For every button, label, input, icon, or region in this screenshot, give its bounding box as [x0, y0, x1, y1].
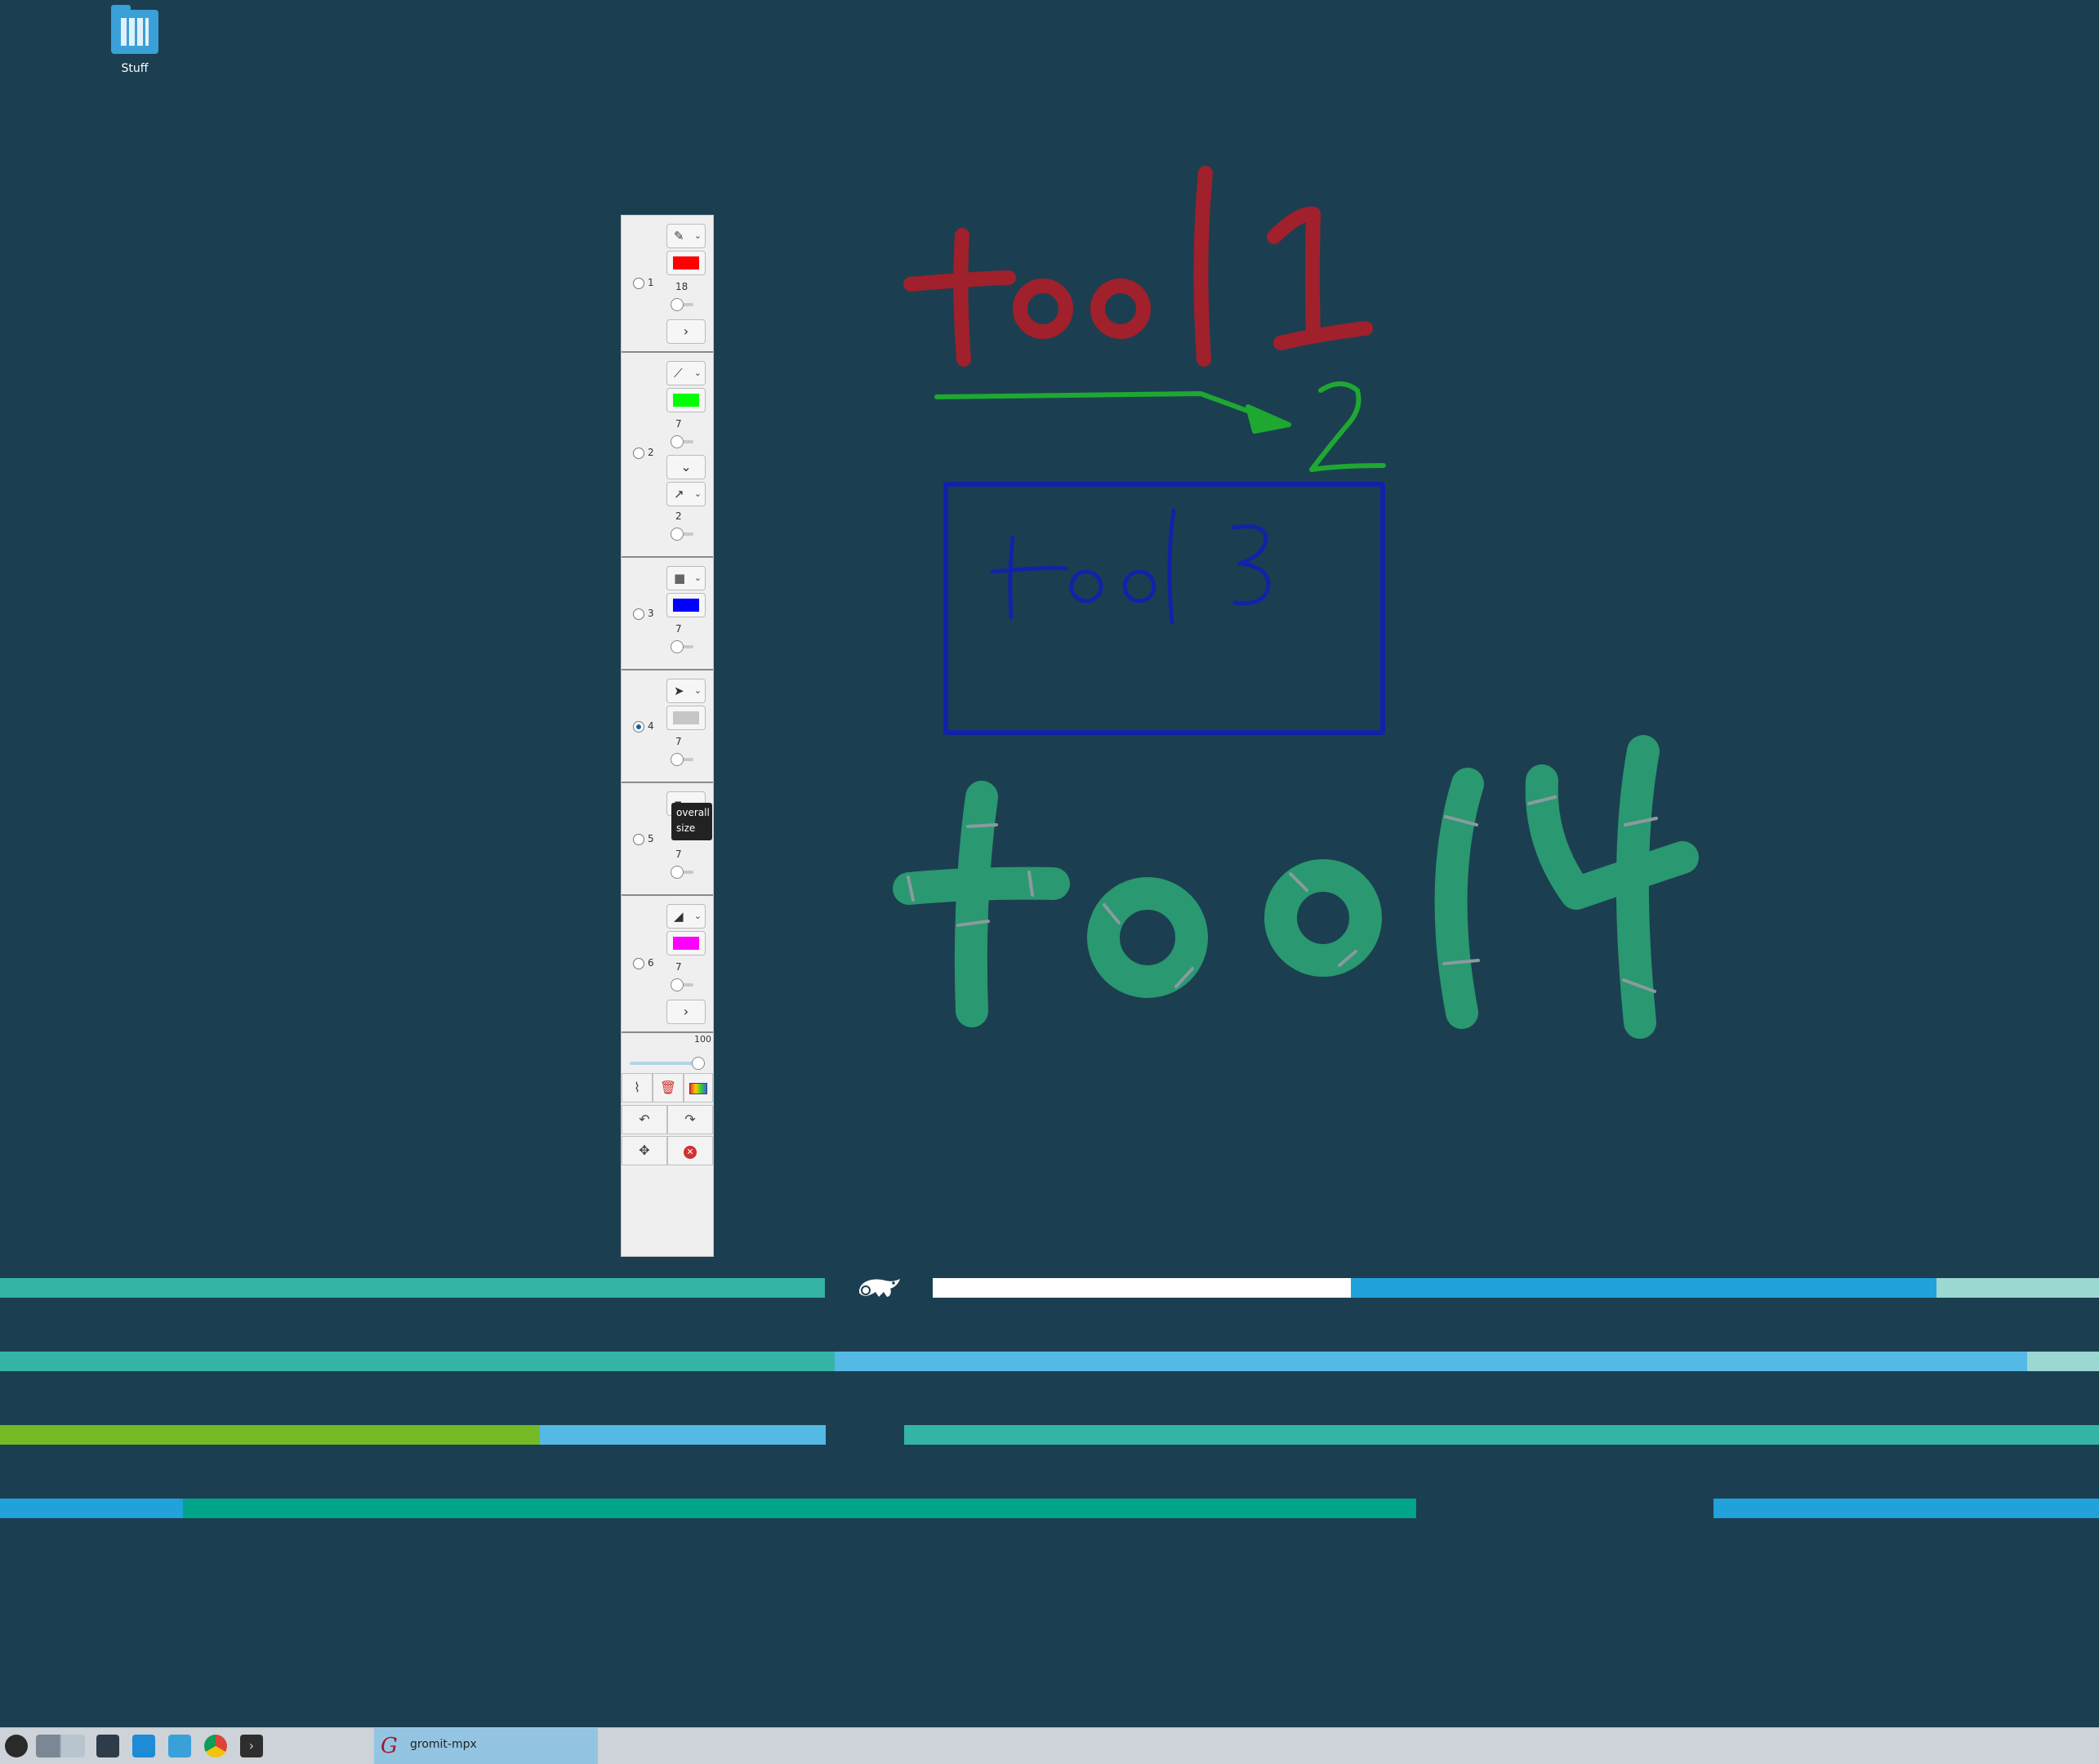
- tool-1-color-button[interactable]: [666, 251, 706, 275]
- annotation-arrow-2: [934, 381, 1386, 472]
- tool-1-type-button[interactable]: ✎ ⌄: [666, 224, 706, 248]
- task-label: gromit-mpx: [410, 1738, 477, 1751]
- close-icon: ✕: [684, 1146, 697, 1159]
- tool-3-color-button[interactable]: [666, 593, 706, 617]
- annotation-tool4: [893, 735, 1699, 1039]
- move-button[interactable]: ✥: [622, 1136, 667, 1165]
- rectangle-icon: ■: [674, 571, 686, 586]
- task-gromit-mpx[interactable]: G gromit-mpx: [374, 1728, 598, 1764]
- chevron-down-icon: ⌄: [680, 459, 692, 474]
- clear-button[interactable]: 🗑: [653, 1073, 684, 1102]
- tool-group-1: 1 ✎ ⌄ 18 ›: [622, 216, 713, 353]
- tool-2-subtool-size: 2: [675, 510, 682, 522]
- tool-group-4: 4 ➤ ⌄ 7: [622, 670, 713, 783]
- color-swatch: [673, 256, 699, 270]
- tool-4-number: 4: [648, 720, 654, 732]
- chrome-icon[interactable]: [204, 1735, 227, 1757]
- chevron-down-icon: ⌄: [693, 488, 702, 499]
- tool-2-subtool-button[interactable]: ↗ ⌄: [666, 482, 706, 506]
- tool-4-radio[interactable]: [633, 721, 644, 733]
- annotation-tool1: [903, 166, 1373, 367]
- tool-3-number: 3: [648, 608, 654, 619]
- workspace-switcher-icon[interactable]: [36, 1735, 85, 1757]
- chevron-right-icon: ›: [683, 323, 689, 339]
- tool-5-radio[interactable]: [633, 834, 644, 845]
- redo-icon: ↷: [684, 1111, 696, 1127]
- arrow-icon: ↗: [674, 487, 684, 501]
- cursor-icon: ➤: [674, 684, 684, 698]
- hide-icon: ⌇: [634, 1080, 640, 1095]
- color-swatch: [673, 711, 699, 724]
- tool-1-size: 18: [675, 281, 689, 292]
- opensuse-menu-icon[interactable]: [5, 1735, 28, 1757]
- undo-icon: ↶: [639, 1111, 650, 1127]
- tool-4-toggle[interactable]: [671, 753, 695, 766]
- tool-3-type-button[interactable]: ■ ⌄: [666, 566, 706, 590]
- tool-6-radio[interactable]: [633, 958, 644, 969]
- discover-icon[interactable]: [132, 1735, 155, 1757]
- tool-2-number: 2: [648, 447, 654, 458]
- tool-2-toggle[interactable]: [671, 435, 695, 448]
- annotation-overlay: [893, 166, 1699, 1039]
- tool-4-color-button[interactable]: [666, 706, 706, 730]
- tool-2-radio[interactable]: [633, 448, 644, 459]
- chevron-down-icon: ⌄: [693, 368, 702, 378]
- pen-icon: ✎: [674, 229, 684, 243]
- opacity-slider[interactable]: [630, 1057, 705, 1070]
- tool-5-toggle[interactable]: [671, 866, 695, 879]
- hide-button[interactable]: ⌇: [622, 1073, 653, 1102]
- annotation-tool3: [943, 482, 1385, 735]
- chevron-right-icon: ›: [683, 1004, 689, 1019]
- tool-6-type-button[interactable]: ◢ ⌄: [666, 904, 706, 929]
- system-settings-icon[interactable]: [96, 1735, 119, 1757]
- tooltip: overall size: [671, 803, 712, 840]
- terminal-icon[interactable]: ›: [240, 1735, 263, 1757]
- tool-2-type-button[interactable]: ⟋ ⌄: [666, 361, 706, 385]
- tool-1-toggle[interactable]: [671, 298, 695, 311]
- palette-icon: [689, 1083, 707, 1094]
- color-button[interactable]: [684, 1073, 713, 1102]
- tool-5-size: 7: [675, 849, 682, 860]
- tool-6-number: 6: [648, 957, 654, 969]
- tool-6-expand-button[interactable]: ›: [666, 1000, 706, 1024]
- chevron-down-icon: ⌄: [693, 230, 702, 241]
- gromit-icon: G: [381, 1734, 398, 1758]
- tool-3-size: 7: [675, 623, 682, 635]
- color-swatch: [673, 937, 699, 950]
- trash-icon: 🗑: [659, 1080, 677, 1095]
- tool-2-expand-button[interactable]: ⌄: [666, 455, 706, 479]
- tool-6-color-button[interactable]: [666, 931, 706, 956]
- chevron-down-icon: ⌄: [693, 572, 702, 583]
- color-swatch: [673, 394, 699, 407]
- chevron-down-icon: ⌄: [693, 911, 702, 921]
- tool-2-subtool-toggle[interactable]: [671, 528, 695, 541]
- move-icon: ✥: [639, 1143, 650, 1158]
- file-manager-icon[interactable]: [168, 1735, 191, 1757]
- tool-6-toggle[interactable]: [671, 978, 695, 991]
- quit-button[interactable]: ✕: [667, 1136, 713, 1165]
- opacity-value: 100: [694, 1034, 711, 1045]
- tool-group-3: 3 ■ ⌄ 7: [622, 558, 713, 670]
- undo-button[interactable]: ↶: [622, 1105, 667, 1134]
- color-swatch: [673, 599, 699, 612]
- tool-4-size: 7: [675, 736, 682, 747]
- tool-5-number: 5: [648, 833, 654, 844]
- tool-group-2: 2 ⟋ ⌄ 7 ⌄ ↗ ⌄ 2: [622, 353, 713, 558]
- tool-4-type-button[interactable]: ➤ ⌄: [666, 679, 706, 703]
- eraser-icon: ◢: [674, 909, 684, 924]
- tool-group-6: 6 ◢ ⌄ 7 ›: [622, 896, 713, 1033]
- tool-3-radio[interactable]: [633, 608, 644, 620]
- tool-1-radio[interactable]: [633, 278, 644, 289]
- redo-button[interactable]: ↷: [667, 1105, 713, 1134]
- tool-2-size: 7: [675, 418, 682, 430]
- line-icon: ⟋: [674, 366, 683, 381]
- chevron-down-icon: ⌄: [693, 685, 702, 696]
- tool-2-color-button[interactable]: [666, 388, 706, 412]
- tool-1-number: 1: [648, 277, 654, 288]
- taskbar: › G gromit-mpx: [0, 1727, 2099, 1764]
- tool-6-size: 7: [675, 961, 682, 973]
- tool-3-toggle[interactable]: [671, 640, 695, 653]
- gromit-palette: 1 ✎ ⌄ 18 › 2 ⟋ ⌄ 7 ⌄ ↗ ⌄ 2 3 ■ ⌄ 7 4 ➤ ⌄…: [621, 215, 714, 1257]
- tool-1-expand-button[interactable]: ›: [666, 319, 706, 344]
